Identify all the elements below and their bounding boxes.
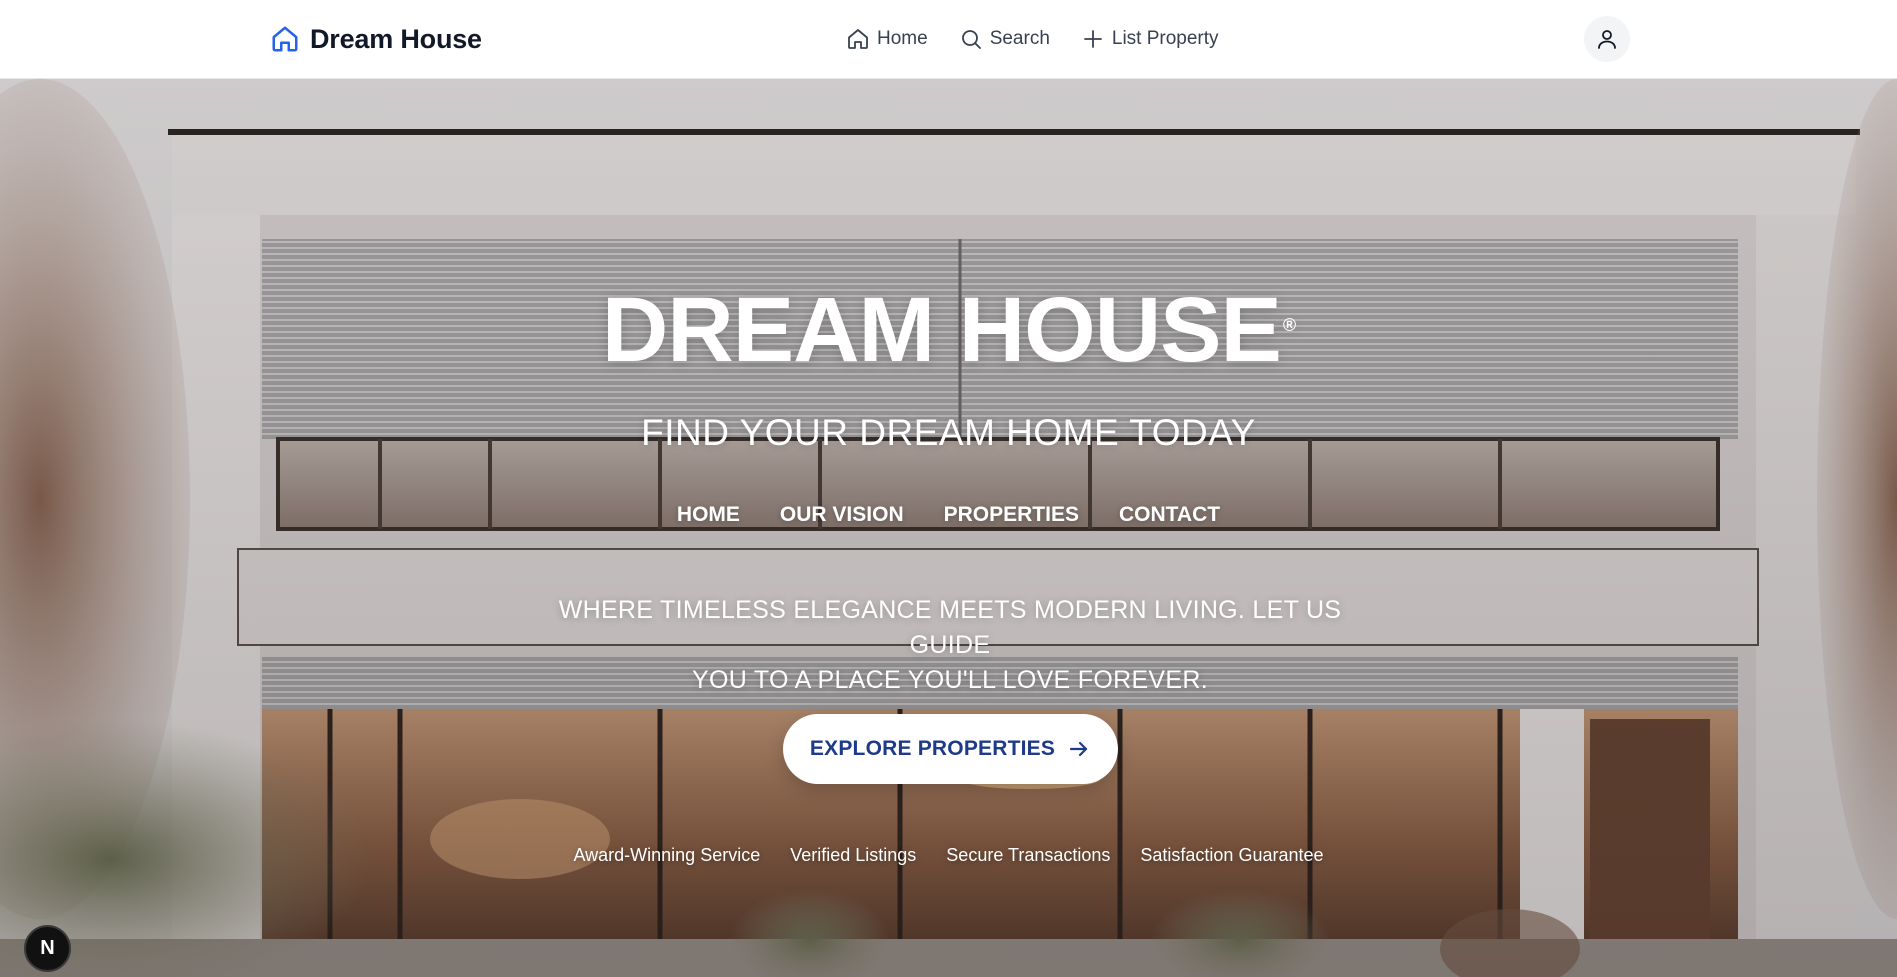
nav-home-label: Home	[877, 28, 928, 49]
nav-home-link[interactable]: Home	[846, 27, 928, 51]
hero-title: DREAM HOUSE ®	[0, 284, 1897, 376]
feature-item: Satisfaction Guarantee	[1140, 845, 1324, 865]
home-icon	[846, 27, 870, 51]
hero-title-text: DREAM HOUSE	[601, 279, 1282, 381]
hero-section: DREAM HOUSE ® FIND YOUR DREAM HOME TODAY …	[0, 79, 1897, 977]
hero-tagline: WHERE TIMELESS ELEGANCE MEETS MODERN LIV…	[520, 593, 1380, 698]
nav-search-link[interactable]: Search	[959, 27, 1050, 51]
brand-name: Dream House	[310, 23, 482, 54]
hero-tagline-line-1: WHERE TIMELESS ELEGANCE MEETS MODERN LIV…	[558, 596, 1342, 659]
hero-overlay	[0, 79, 1897, 977]
hero-menu-contact[interactable]: CONTACT	[1119, 503, 1220, 527]
primary-nav: Home Search List Property	[846, 22, 1219, 56]
nav-search-label: Search	[989, 28, 1050, 49]
hero-subtitle: FIND YOUR DREAM HOME TODAY	[641, 412, 1256, 453]
trademark-symbol: ®	[1282, 315, 1296, 335]
explore-properties-label: EXPLORE PROPERTIES	[809, 737, 1056, 760]
top-navigation-bar: Dream House Home Search List Property	[0, 0, 1897, 79]
feature-item: Verified Listings	[790, 845, 917, 865]
dev-tools-badge-label: N	[40, 937, 55, 959]
hero-menu-properties[interactable]: PROPERTIES	[944, 503, 1079, 527]
brand-logo-link[interactable]: Dream House	[270, 20, 482, 58]
nav-list-property-link[interactable]: List Property	[1081, 27, 1219, 51]
user-account-button[interactable]	[1584, 16, 1630, 62]
dev-tools-badge[interactable]: N	[24, 925, 71, 972]
hero-menu-home[interactable]: HOME	[677, 503, 740, 527]
nav-list-property-label: List Property	[1111, 28, 1219, 49]
home-icon	[270, 24, 300, 54]
hero-menu: HOME OUR VISION PROPERTIES CONTACT	[0, 503, 1897, 527]
hero-menu-our-vision[interactable]: OUR VISION	[780, 503, 904, 527]
search-icon	[959, 27, 983, 51]
feature-item: Award-Winning Service	[573, 845, 761, 865]
explore-properties-button[interactable]: EXPLORE PROPERTIES	[783, 714, 1118, 784]
plus-icon	[1081, 27, 1105, 51]
feature-list: Award-Winning Service Verified Listings …	[0, 845, 1897, 866]
user-icon	[1595, 27, 1619, 51]
feature-item: Secure Transactions	[946, 845, 1111, 865]
arrow-right-icon	[1067, 737, 1091, 761]
hero-tagline-line-2: YOU TO A PLACE YOU'LL LOVE FOREVER.	[692, 666, 1208, 694]
